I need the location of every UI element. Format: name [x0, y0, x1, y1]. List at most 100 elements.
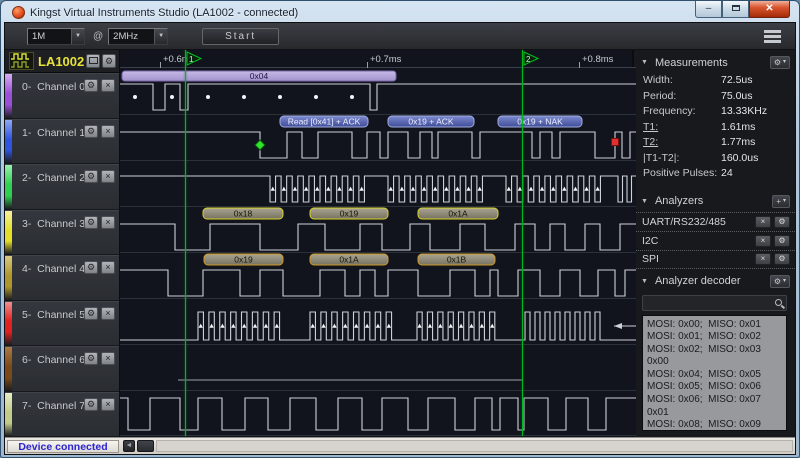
ruler-tick-label: +0.8ms [582, 54, 613, 65]
measurement-value: 160.0us [721, 152, 758, 168]
right-panel: ▼ Measurements ⚙▾ Width: 72.5usPeriod: 7… [632, 50, 795, 437]
measurement-value: 75.0us [721, 90, 753, 106]
analyzer-item[interactable]: SPI × ⚙ [634, 250, 795, 269]
measurement-row: T2: 1.77ms [643, 136, 789, 152]
analyzer-remove-button[interactable]: × [755, 253, 771, 265]
display-mode-button[interactable] [86, 54, 100, 68]
channel-settings-button[interactable]: ⚙ [84, 170, 98, 183]
analyzer-settings-button[interactable]: ⚙ [774, 216, 790, 228]
measurement-value: 1.61ms [721, 121, 755, 137]
channel-label: 1- Channel 1 [22, 127, 85, 139]
channel-close-button[interactable]: × [101, 79, 115, 92]
measurement-value: 24 [721, 167, 733, 183]
collapse-triangle-icon: ▼ [641, 198, 648, 205]
scrollbar-thumb[interactable] [137, 440, 154, 452]
measurement-label: T1: [643, 121, 721, 137]
channel-label: 5- Channel 5 [22, 309, 85, 321]
chevron-down-icon[interactable]: ▼ [71, 29, 84, 44]
channel-settings-button[interactable]: ⚙ [84, 261, 98, 274]
svg-text:2: 2 [526, 55, 531, 64]
channel-close-button[interactable]: × [101, 216, 115, 229]
cursor-flag[interactable]: 2 [523, 51, 540, 71]
channel-close-button[interactable]: × [101, 307, 115, 320]
decoder-search[interactable] [642, 295, 787, 311]
channel-sidebar: LA1002 ⚙ 0- Channel 0 ⚙ × 1- Channel 1 ⚙… [5, 50, 120, 437]
channel-settings-button[interactable]: ⚙ [84, 398, 98, 411]
start-button[interactable]: Start [202, 28, 279, 45]
decoder-settings-button[interactable]: ⚙▾ [770, 275, 790, 288]
channel-color-stripe [5, 256, 12, 300]
channel-close-button[interactable]: × [101, 170, 115, 183]
decoder-row: MOSI: 0x05; MISO: 0x06 [647, 381, 786, 394]
sample-depth-select[interactable]: 1M ▼ [27, 28, 85, 45]
maximize-button[interactable] [722, 1, 749, 18]
app-icon [12, 6, 25, 19]
add-analyzer-button[interactable]: +▾ [772, 195, 790, 208]
channel-row[interactable]: 6- Channel 6 ⚙ × [5, 346, 119, 392]
channel-row[interactable]: 3- Channel 3 ⚙ × [5, 210, 119, 256]
channel-settings-button[interactable]: ⚙ [84, 79, 98, 92]
analyzer-remove-button[interactable]: × [755, 235, 771, 247]
at-label: @ [93, 31, 103, 42]
analyzer-item[interactable]: UART/RS232/485 × ⚙ [634, 212, 795, 231]
measurement-label: Width: [643, 74, 721, 90]
channel-row[interactable]: 0- Channel 0 ⚙ × [5, 73, 119, 119]
decoder-row: 0x01 [647, 407, 786, 420]
channel-color-stripe [5, 120, 12, 164]
channel-row[interactable]: 2- Channel 2 ⚙ × [5, 164, 119, 210]
channel-settings-button[interactable]: ⚙ [84, 352, 98, 365]
measurements-header[interactable]: ▼ Measurements ⚙▾ [634, 50, 795, 73]
timing-cursor[interactable]: 1 [185, 50, 186, 436]
waveform-canvas[interactable]: 0x04Read [0x41] + ACK0x19 + ACK0x19 + NA… [120, 68, 636, 436]
chevron-down-icon[interactable]: ▼ [154, 29, 167, 44]
svg-text:0x1A: 0x1A [339, 255, 359, 265]
analyzers-header[interactable]: ▼ Analyzers +▾ [634, 189, 795, 212]
decoder-list[interactable]: MOSI: 0x00; MISO: 0x01MOSI: 0x01; MISO: … [642, 315, 787, 432]
channel-close-button[interactable]: × [101, 398, 115, 411]
monitor-icon [89, 57, 98, 64]
channel-row[interactable]: 7- Channel 7 ⚙ × [5, 392, 119, 438]
measurements-list: Width: 72.5usPeriod: 75.0usFrequency: 13… [634, 73, 795, 189]
timing-cursor[interactable]: 2 [522, 50, 523, 436]
channel-close-button[interactable]: × [101, 261, 115, 274]
collapse-triangle-icon: ▼ [641, 278, 648, 285]
close-button[interactable]: ✕ [749, 1, 790, 18]
toolbar: 1M ▼ @ 2MHz ▼ Start [5, 23, 795, 50]
channel-color-stripe [5, 165, 12, 209]
channel-row[interactable]: 1- Channel 1 ⚙ × [5, 119, 119, 165]
scroll-left-button[interactable]: ◄ [123, 440, 135, 452]
analyzer-settings-button[interactable]: ⚙ [774, 235, 790, 247]
decoder-header[interactable]: ▼ Analyzer decoder ⚙▾ [634, 269, 795, 292]
analyzer-name: UART/RS232/485 [642, 216, 726, 228]
analyzer-name: SPI [642, 253, 659, 265]
menu-icon[interactable] [764, 30, 781, 45]
minimize-button[interactable]: – [695, 1, 722, 18]
waveform-area[interactable]: +0.6ms+0.7ms+0.8ms 0x04Read [0x41] + ACK… [120, 50, 632, 437]
channel-row[interactable]: 4- Channel 4 ⚙ × [5, 255, 119, 301]
search-input[interactable] [643, 296, 786, 310]
cursor-flag[interactable]: 1 [186, 51, 203, 71]
decoder-row: MOSI: 0x01; MISO: 0x02 [647, 331, 786, 344]
status-bar: Device connected ◄ [5, 437, 795, 454]
device-settings-button[interactable]: ⚙ [102, 54, 116, 68]
channel-settings-button[interactable]: ⚙ [84, 125, 98, 138]
svg-text:0x19: 0x19 [234, 255, 253, 265]
measurement-row: Positive Pulses: 24 [643, 167, 789, 183]
sample-rate-select[interactable]: 2MHz ▼ [108, 28, 168, 45]
channel-close-button[interactable]: × [101, 125, 115, 138]
channel-close-button[interactable]: × [101, 352, 115, 365]
scrollbar-track[interactable] [156, 440, 793, 452]
analyzer-item[interactable]: I2C × ⚙ [634, 231, 795, 250]
measurement-row: |T1-T2|: 160.0us [643, 152, 789, 168]
channel-settings-button[interactable]: ⚙ [84, 307, 98, 320]
decoder-row: MOSI: 0x06; MISO: 0x07 [647, 394, 786, 407]
channel-row[interactable]: 5- Channel 5 ⚙ × [5, 301, 119, 347]
channel-settings-button[interactable]: ⚙ [84, 216, 98, 229]
channel-list: 0- Channel 0 ⚙ × 1- Channel 1 ⚙ × 2- Cha… [5, 73, 119, 437]
analyzer-settings-button[interactable]: ⚙ [774, 253, 790, 265]
titlebar[interactable]: Kingst Virtual Instruments Studio (LA100… [4, 1, 796, 22]
measurements-settings-button[interactable]: ⚙▾ [770, 56, 790, 69]
measurement-row: T1: 1.61ms [643, 121, 789, 137]
device-header: LA1002 ⚙ [5, 50, 119, 73]
analyzer-remove-button[interactable]: × [755, 216, 771, 228]
